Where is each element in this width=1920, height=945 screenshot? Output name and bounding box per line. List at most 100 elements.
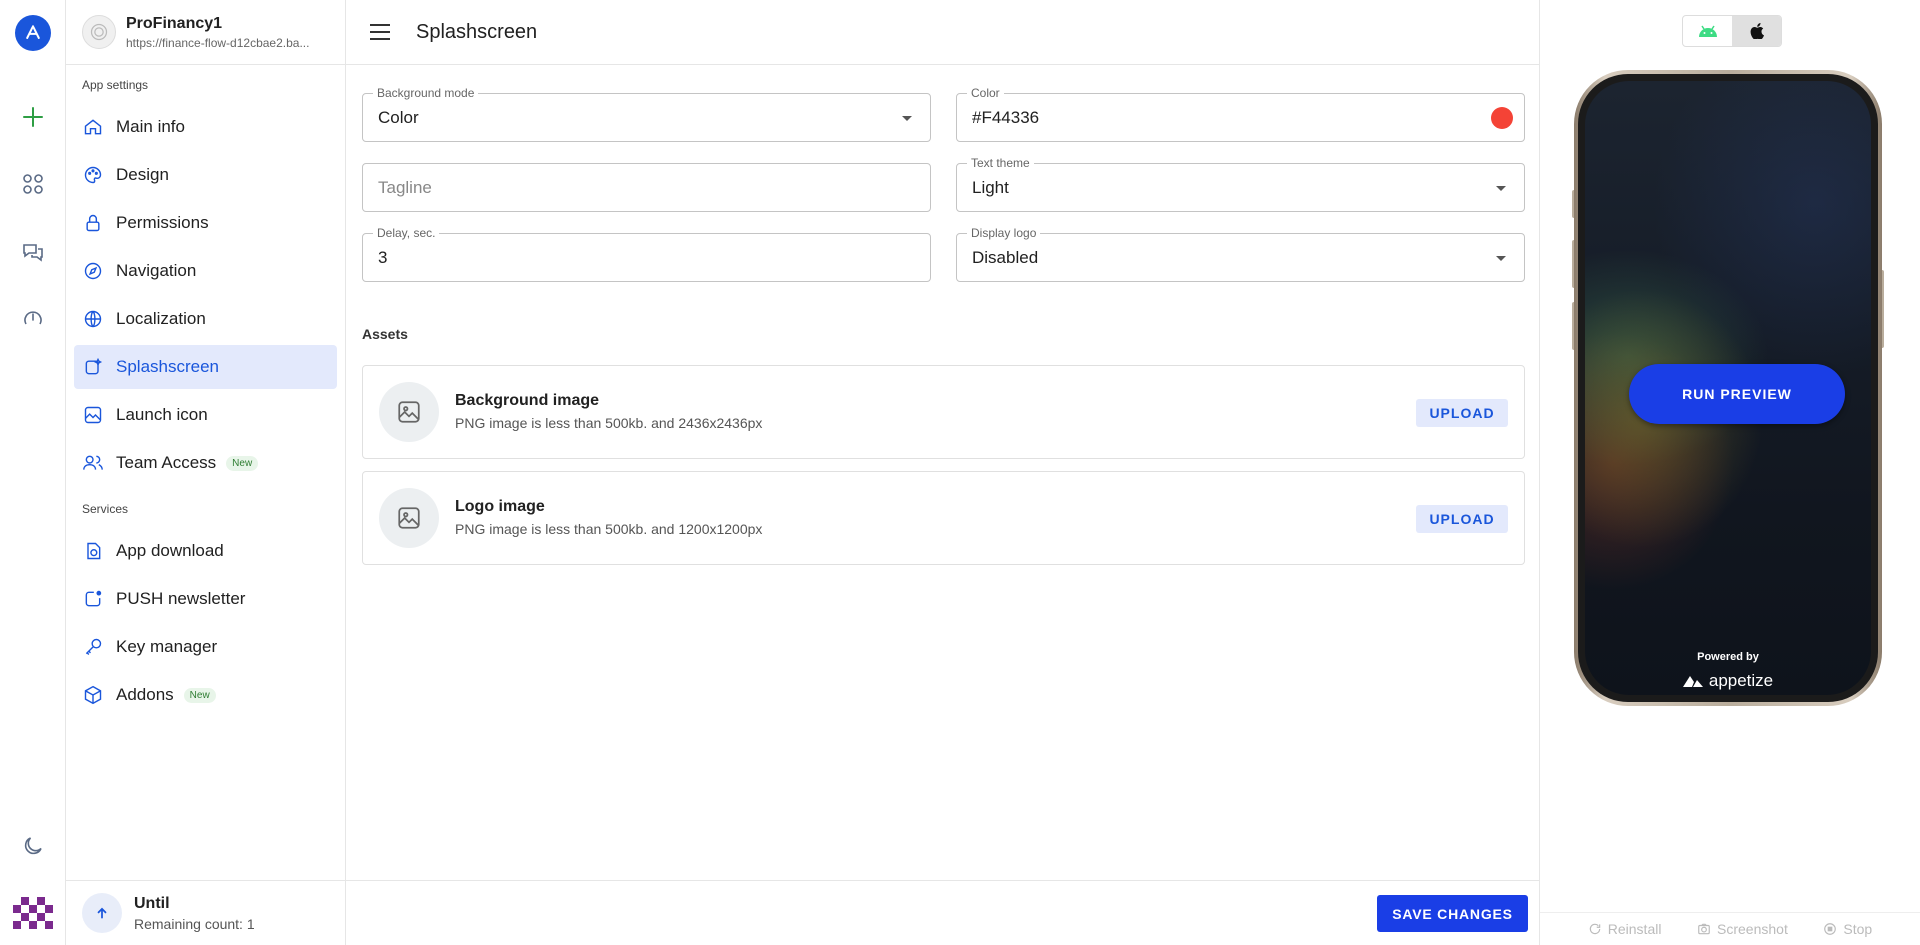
- lock-icon: [82, 212, 104, 234]
- sidebar-item-label: Launch icon: [116, 405, 208, 424]
- sidebar-item-navigation[interactable]: Navigation: [74, 249, 337, 293]
- device-preview-panel: RUN PREVIEW Powered by appetize Reinstal…: [1540, 0, 1920, 945]
- sidebar-item-team-access[interactable]: Team Access New: [74, 441, 337, 485]
- remaining-count: Remaining count: 1: [134, 915, 255, 932]
- field-value: Color: [378, 108, 419, 127]
- screenshot-label: Screenshot: [1717, 921, 1788, 937]
- reinstall-label: Reinstall: [1607, 921, 1662, 937]
- app-switcher[interactable]: ProFinancy1 https://finance-flow-d12cbae…: [66, 0, 345, 65]
- sidebar-item-main-info[interactable]: Main info: [74, 105, 337, 149]
- reinstall-icon: [1589, 923, 1601, 935]
- field-label: Delay, sec.: [373, 226, 440, 240]
- sidebar-item-design[interactable]: Design: [74, 153, 337, 197]
- android-icon[interactable]: [1683, 16, 1732, 46]
- dropdown-arrow-icon: [1496, 256, 1506, 261]
- compass-icon: [82, 260, 104, 282]
- field-placeholder: Tagline: [378, 178, 432, 197]
- os-toggle: [1682, 15, 1782, 47]
- cube-icon: [82, 684, 104, 706]
- sidebar-item-label: Key manager: [116, 637, 218, 656]
- upload-background-button[interactable]: UPLOAD: [1416, 399, 1508, 427]
- brand-name: appetize: [1708, 671, 1774, 690]
- field-value: Light: [972, 178, 1009, 197]
- stop-icon: [1824, 923, 1837, 935]
- sidebar-item-permissions[interactable]: Permissions: [74, 201, 337, 245]
- powered-by-label: Powered by: [1697, 651, 1759, 663]
- app-avatar-icon: [82, 15, 116, 49]
- camera-icon: [1698, 923, 1710, 935]
- upload-logo-button[interactable]: UPLOAD: [1416, 505, 1508, 533]
- chat-icon[interactable]: [17, 236, 49, 268]
- appetize-mark-icon: [1682, 676, 1703, 687]
- app-name: ProFinancy1: [126, 14, 223, 32]
- plan-status[interactable]: Until Remaining count: 1: [66, 880, 345, 945]
- preview-controls: Reinstall Screenshot Stop: [1540, 912, 1920, 945]
- run-preview-button[interactable]: RUN PREVIEW: [1629, 364, 1845, 424]
- user-avatar[interactable]: [13, 893, 53, 933]
- sidebar-item-splashscreen[interactable]: Splashscreen: [74, 345, 337, 389]
- apps-grid-icon[interactable]: [17, 168, 49, 200]
- dropdown-arrow-icon: [1496, 186, 1506, 191]
- sidebar-item-label: Navigation: [116, 261, 197, 280]
- apple-icon[interactable]: [1732, 16, 1781, 46]
- field-label: Text theme: [967, 156, 1034, 170]
- delay-input[interactable]: Delay, sec. 3: [362, 226, 931, 282]
- page-title: Splashscreen: [416, 20, 538, 43]
- topbar: Splashscreen: [346, 0, 1540, 65]
- globe-icon: [82, 308, 104, 330]
- hamburger-menu-icon[interactable]: [366, 18, 394, 46]
- save-changes-button[interactable]: SAVE CHANGES: [1377, 895, 1528, 932]
- image-placeholder-icon: [379, 488, 439, 548]
- sidebar-item-label: App download: [116, 541, 224, 560]
- section-label-services: Services: [82, 502, 129, 516]
- logo-image-card: Logo image PNG image is less than 500kb.…: [362, 471, 1525, 565]
- app-store-logo-icon[interactable]: [15, 15, 51, 51]
- upgrade-arrow-icon: [82, 893, 122, 933]
- main-content: Splashscreen Background mode Color Color…: [346, 0, 1540, 945]
- save-bar: SAVE CHANGES: [346, 880, 1540, 945]
- asset-description: PNG image is less than 500kb. and 1200x1…: [455, 521, 763, 537]
- color-field[interactable]: Color #F44336: [956, 86, 1525, 142]
- text-theme-select[interactable]: Text theme Light: [956, 156, 1525, 212]
- push-icon: [82, 588, 104, 610]
- app-url: https://finance-flow-d12cbae2.ba...: [126, 35, 310, 50]
- screenshot-button[interactable]: Screenshot: [1697, 921, 1788, 937]
- color-swatch[interactable]: [1491, 107, 1513, 129]
- field-value: Disabled: [972, 248, 1039, 267]
- phone-screen: RUN PREVIEW Powered by appetize: [1585, 81, 1871, 695]
- stop-button[interactable]: Stop: [1823, 921, 1872, 937]
- dark-mode-icon[interactable]: [17, 830, 49, 862]
- left-rail: [0, 0, 66, 945]
- reinstall-button[interactable]: Reinstall: [1588, 921, 1662, 937]
- phone-frame: RUN PREVIEW Powered by appetize: [1574, 70, 1882, 706]
- sidebar-item-addons[interactable]: Addons New: [74, 673, 337, 717]
- plan-title: Until: [134, 894, 170, 912]
- section-label-app-settings: App settings: [82, 78, 149, 92]
- field-label: Color: [967, 86, 1004, 100]
- new-badge: New: [183, 687, 216, 703]
- add-icon[interactable]: [17, 101, 49, 133]
- display-logo-select[interactable]: Display logo Disabled: [956, 226, 1525, 282]
- tagline-input[interactable]: Tagline: [362, 163, 931, 212]
- sidebar-item-key-manager[interactable]: Key manager: [74, 625, 337, 669]
- sidebar-item-app-download[interactable]: App download: [74, 529, 337, 573]
- field-label: Background mode: [373, 86, 479, 100]
- sidebar-item-launch-icon[interactable]: Launch icon: [74, 393, 337, 437]
- palette-icon: [82, 164, 104, 186]
- sidebar-item-label: Main info: [116, 117, 185, 136]
- speed-icon[interactable]: [17, 302, 49, 334]
- sidebar-item-push-newsletter[interactable]: PUSH newsletter: [74, 577, 337, 621]
- background-mode-select[interactable]: Background mode Color: [362, 86, 931, 142]
- field-value: #F44336: [972, 108, 1040, 127]
- sidebar-item-label: PUSH newsletter: [116, 589, 246, 608]
- appetize-logo: appetize: [1585, 671, 1871, 691]
- new-badge: New: [226, 455, 259, 471]
- splash-icon: [82, 356, 104, 378]
- assets-heading: Assets: [362, 326, 408, 342]
- team-icon: [82, 452, 104, 474]
- sidebar-item-label: Addons: [116, 685, 174, 704]
- sidebar-item-label: Permissions: [116, 213, 209, 232]
- sidebar-item-localization[interactable]: Localization: [74, 297, 337, 341]
- asset-title: Background image: [455, 392, 600, 409]
- image-icon: [82, 404, 104, 426]
